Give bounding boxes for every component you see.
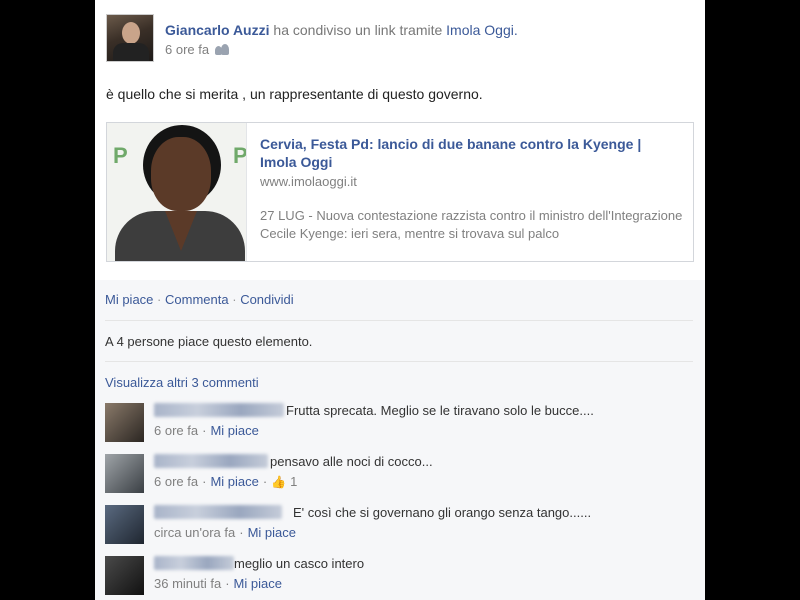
comment-item: E' così che si governano gli orango senz… [105,505,695,551]
share-action-text: ha condiviso un link tramite [273,22,443,38]
via-source-link[interactable]: Imola Oggi. [446,22,518,38]
meta-separator: · [202,474,207,489]
like-button[interactable]: Mi piace [105,292,153,307]
comment-button[interactable]: Commenta [165,292,229,307]
avatar-suit [113,43,149,61]
commenter-name-blurred[interactable] [154,454,268,468]
thumbs-up-icon[interactable]: 👍 [271,475,286,489]
comment-text: meglio un casco intero [234,556,365,571]
comment-meta: 6 ore fa · Mi piace · 👍 1 [154,474,297,489]
share-button[interactable]: Condividi [240,292,293,307]
commenter-avatar[interactable] [105,505,144,544]
post-meta: 6 ore fa [165,42,230,57]
comment-like-button[interactable]: Mi piace [234,576,282,591]
commenter-avatar[interactable] [105,454,144,493]
comment-timestamp[interactable]: 36 minuti fa [154,576,221,591]
link-title[interactable]: Cervia, Festa Pd: lancio di due banane c… [260,135,670,171]
commenter-avatar[interactable] [105,556,144,595]
author-name[interactable]: Giancarlo Auzzi [165,22,270,38]
avatar-face [122,22,140,44]
thumb-logo-left: P [113,143,128,168]
comment-text: Frutta sprecata. Meglio se le tiravano s… [286,403,594,418]
comment-like-button[interactable]: Mi piace [210,423,258,438]
author-avatar[interactable] [106,14,154,62]
meta-separator: · [202,423,207,438]
post-timestamp[interactable]: 6 ore fa [165,42,209,57]
link-description: 27 LUG - Nuova contestazione razzista co… [260,208,683,241]
comment-item: meglio un casco intero 36 minuti fa · Mi… [105,556,695,600]
comment-meta: 36 minuti fa · Mi piace [154,576,282,591]
divider [105,361,693,362]
link-thumbnail[interactable]: P P [107,123,247,261]
comment-item: Frutta sprecata. Meglio se le tiravano s… [105,403,695,449]
comment-like-count[interactable]: 1 [290,474,297,489]
action-separator: · [232,292,237,307]
friends-icon[interactable] [215,44,230,55]
comment-like-button[interactable]: Mi piace [210,474,258,489]
link-domain: www.imolaoggi.it [260,174,357,189]
thumb-logo-right: P [233,143,247,168]
comment-meta: 6 ore fa · Mi piace [154,423,259,438]
commenter-avatar[interactable] [105,403,144,442]
commenter-name-blurred[interactable] [154,505,282,519]
likes-summary[interactable]: A 4 persone piace questo elemento. [105,334,312,349]
comment-timestamp[interactable]: 6 ore fa [154,474,198,489]
comment-timestamp[interactable]: circa un'ora fa [154,525,235,540]
commenter-name-blurred[interactable] [154,403,284,417]
post-status-text: è quello che si merita , un rappresentan… [106,86,483,102]
action-separator: · [157,292,162,307]
comment-text: E' così che si governano gli orango senz… [293,505,592,520]
meta-separator: · [225,576,230,591]
post-actions: Mi piace · Commenta · Condividi [105,292,294,307]
meta-separator: · [239,525,244,540]
comment-text: pensavo alle noci di cocco... [270,454,433,469]
view-more-comments-link[interactable]: Visualizza altri 3 commenti [105,375,259,390]
post-header: Giancarlo Auzzi ha condiviso un link tra… [165,22,518,38]
comment-like-button[interactable]: Mi piace [248,525,296,540]
comment-item: pensavo alle noci di cocco... 6 ore fa ·… [105,454,695,500]
commenter-name-blurred[interactable] [154,556,234,570]
comment-timestamp[interactable]: 6 ore fa [154,423,198,438]
meta-separator: · [262,474,268,489]
divider [105,320,693,321]
shared-link-card[interactable]: P P Cervia, Festa Pd: lancio di due bana… [106,122,694,262]
comment-meta: circa un'ora fa · Mi piace [154,525,296,540]
thumb-face [151,137,211,211]
facebook-post: Giancarlo Auzzi ha condiviso un link tra… [95,0,705,600]
